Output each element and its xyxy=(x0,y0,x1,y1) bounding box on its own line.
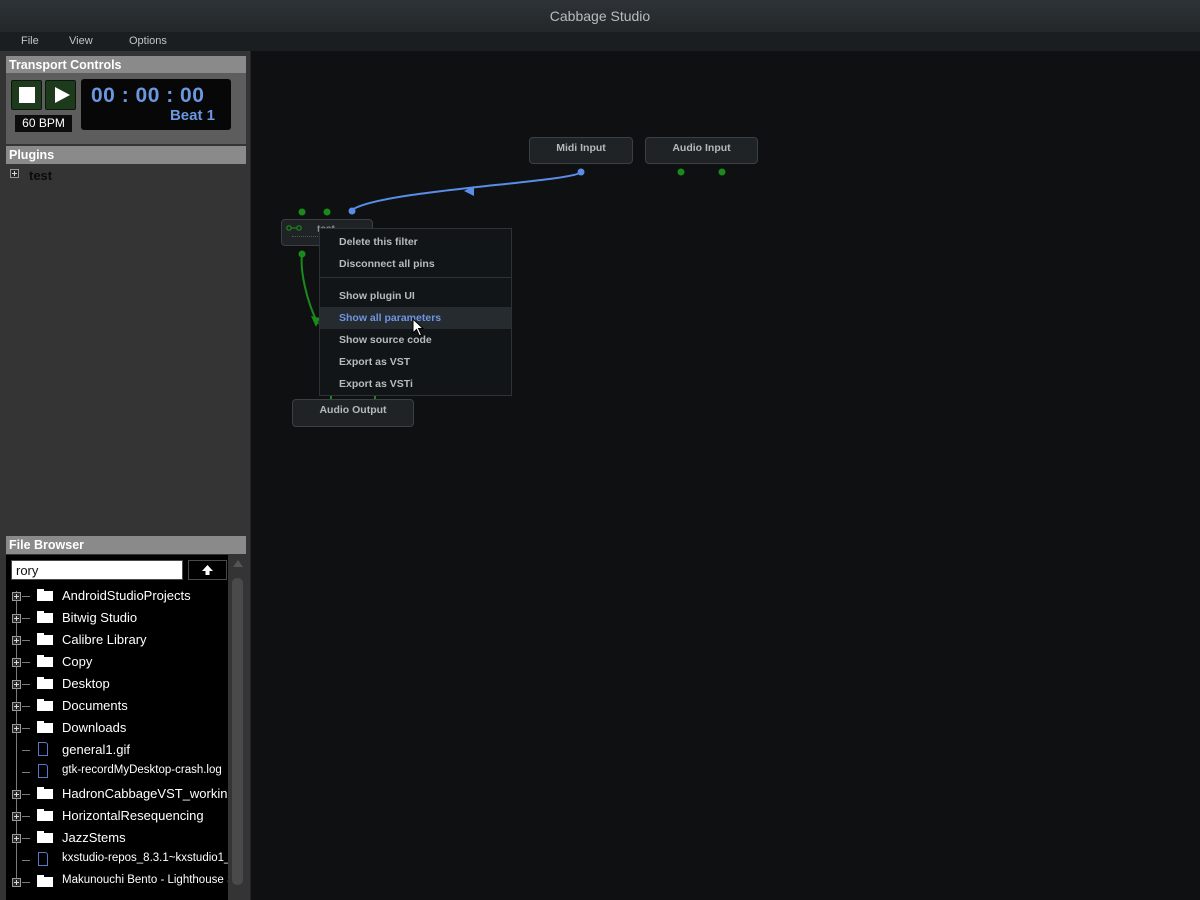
context-menu: Delete this filter Disconnect all pins S… xyxy=(319,228,512,396)
link-icon xyxy=(286,225,302,231)
midi-out-pin xyxy=(577,168,585,176)
audio-in-pin-right xyxy=(718,168,726,176)
audio-input-node[interactable]: Audio Input xyxy=(645,137,758,164)
plugin-midi-in-pin xyxy=(348,207,356,215)
audio-in-pin-left xyxy=(677,168,685,176)
connection-links xyxy=(298,168,726,400)
menu-item-disconnect-pins[interactable]: Disconnect all pins xyxy=(320,253,511,275)
audio-link-left xyxy=(300,253,319,325)
audio-output-node[interactable]: Audio Output xyxy=(292,399,414,427)
audio-input-label: Audio Input xyxy=(672,142,731,154)
midi-input-node[interactable]: Midi Input xyxy=(529,137,633,164)
audio-output-label: Audio Output xyxy=(319,404,387,416)
plugin-out-pin xyxy=(298,250,306,258)
meter-dots xyxy=(292,236,318,239)
menu-item-export-vst[interactable]: Export as VST xyxy=(320,351,511,373)
plugin-in-pin-1 xyxy=(298,208,306,216)
menu-item-show-plugin-ui[interactable]: Show plugin UI xyxy=(320,285,511,307)
menu-item-export-vsti[interactable]: Export as VSTi xyxy=(320,373,511,395)
plugin-in-pin-2 xyxy=(323,208,331,216)
menu-separator xyxy=(320,277,511,278)
midi-input-label: Midi Input xyxy=(556,142,606,154)
mouse-cursor-icon xyxy=(412,318,425,337)
menu-item-delete-filter[interactable]: Delete this filter xyxy=(320,231,511,253)
